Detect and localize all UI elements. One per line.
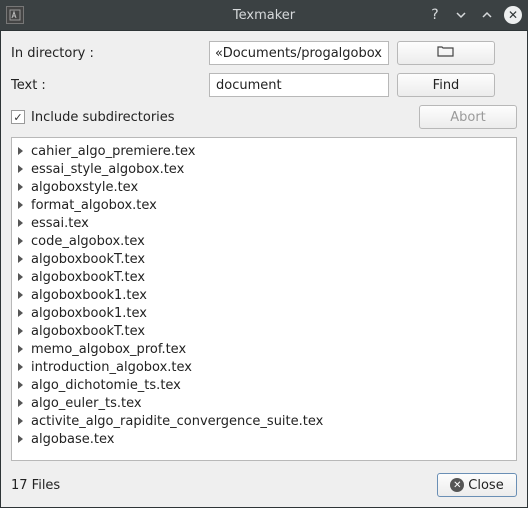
dialog-window: Texmaker ? ✕ In directory : «Documents/p… (0, 0, 528, 508)
result-item[interactable]: memo_algobox_prof.tex (18, 340, 510, 358)
result-filename: memo_algobox_prof.tex (31, 342, 186, 357)
expand-icon (18, 255, 23, 263)
status-text: 17 Files (11, 478, 60, 493)
expand-icon (18, 219, 23, 227)
options-row: ✓ Include subdirectories Abort (11, 105, 517, 129)
expand-icon (18, 363, 23, 371)
directory-label: In directory : (11, 46, 201, 61)
expand-icon (18, 345, 23, 353)
result-item[interactable]: essai_style_algobox.tex (18, 160, 510, 178)
result-item[interactable]: algoboxstyle.tex (18, 178, 510, 196)
find-button[interactable]: Find (397, 73, 495, 97)
expand-icon (18, 399, 23, 407)
result-filename: essai_style_algobox.tex (31, 162, 184, 177)
expand-icon (18, 381, 23, 389)
expand-icon (18, 273, 23, 281)
results-list[interactable]: cahier_algo_premiere.tex essai_style_algo… (11, 137, 517, 461)
checkbox-icon: ✓ (11, 110, 25, 124)
result-item[interactable]: cahier_algo_premiere.tex (18, 142, 510, 160)
result-filename: essai.tex (31, 216, 89, 231)
browse-button[interactable] (397, 41, 495, 65)
expand-icon (18, 327, 23, 335)
result-item[interactable]: algobase.tex (18, 430, 510, 448)
close-button[interactable]: ✕ Close (437, 473, 517, 497)
result-filename: introduction_algobox.tex (31, 360, 192, 375)
expand-icon (18, 201, 23, 209)
result-item[interactable]: essai.tex (18, 214, 510, 232)
window-controls: ? ✕ (426, 6, 522, 24)
help-button[interactable]: ? (426, 6, 444, 24)
result-filename: algoboxstyle.tex (31, 180, 138, 195)
result-item[interactable]: algoboxbook1.tex (18, 286, 510, 304)
expand-icon (18, 237, 23, 245)
directory-input[interactable]: «Documents/progalgobox (209, 41, 389, 65)
expand-icon (18, 147, 23, 155)
result-item[interactable]: algoboxbookT.tex (18, 268, 510, 286)
directory-value: «Documents/progalgobox (215, 46, 382, 61)
result-filename: algoboxbook1.tex (31, 306, 147, 321)
expand-icon (18, 435, 23, 443)
result-filename: activite_algo_rapidite_convergence_suite… (31, 414, 323, 429)
expand-icon (18, 309, 23, 317)
result-item[interactable]: activite_algo_rapidite_convergence_suite… (18, 412, 510, 430)
result-item[interactable]: code_algobox.tex (18, 232, 510, 250)
close-icon: ✕ (450, 478, 464, 492)
result-filename: algo_euler_ts.tex (31, 396, 142, 411)
result-filename: format_algobox.tex (31, 198, 157, 213)
expand-icon (18, 183, 23, 191)
expand-icon (18, 165, 23, 173)
result-filename: algoboxbookT.tex (31, 252, 145, 267)
close-window-button[interactable]: ✕ (504, 6, 522, 24)
result-item[interactable]: algoboxbookT.tex (18, 250, 510, 268)
titlebar[interactable]: Texmaker ? ✕ (0, 0, 528, 30)
abort-button[interactable]: Abort (419, 105, 517, 129)
close-label: Close (468, 478, 503, 493)
expand-icon (18, 291, 23, 299)
directory-row: In directory : «Documents/progalgobox (11, 41, 517, 65)
text-value: document (216, 78, 282, 93)
result-filename: algo_dichotomie_ts.tex (31, 378, 181, 393)
text-label: Text : (11, 78, 201, 93)
result-item[interactable]: algo_dichotomie_ts.tex (18, 376, 510, 394)
result-item[interactable]: introduction_algobox.tex (18, 358, 510, 376)
result-filename: algoboxbookT.tex (31, 324, 145, 339)
folder-icon (437, 45, 455, 61)
app-icon (6, 6, 24, 24)
include-subdirs-label: Include subdirectories (31, 110, 175, 125)
result-item[interactable]: algoboxbook1.tex (18, 304, 510, 322)
result-item[interactable]: algo_euler_ts.tex (18, 394, 510, 412)
minimize-button[interactable] (452, 6, 470, 24)
text-row: Text : document Find (11, 73, 517, 97)
result-item[interactable]: algoboxbookT.tex (18, 322, 510, 340)
result-filename: code_algobox.tex (31, 234, 145, 249)
text-input[interactable]: document (209, 73, 389, 97)
dialog-body: In directory : «Documents/progalgobox Te… (0, 30, 528, 508)
include-subdirs-checkbox[interactable]: ✓ Include subdirectories (11, 110, 411, 125)
result-filename: algoboxbookT.tex (31, 270, 145, 285)
footer: 17 Files ✕ Close (11, 469, 517, 497)
expand-icon (18, 417, 23, 425)
result-filename: algoboxbook1.tex (31, 288, 147, 303)
result-filename: algobase.tex (31, 432, 114, 447)
result-filename: cahier_algo_premiere.tex (31, 144, 195, 159)
maximize-button[interactable] (478, 6, 496, 24)
result-item[interactable]: format_algobox.tex (18, 196, 510, 214)
